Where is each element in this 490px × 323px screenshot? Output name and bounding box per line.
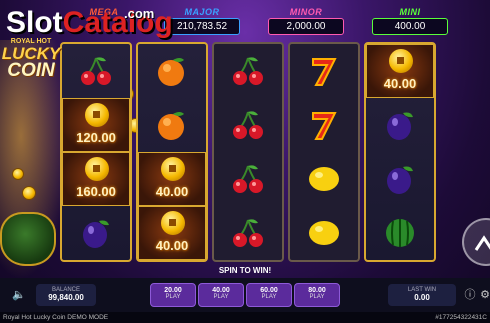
coin-symbol: 40.00 [366,44,434,98]
coin-icon [161,211,185,235]
seven-icon [290,44,358,98]
reel-1: 120.00 160.00 [60,42,132,262]
reel-4 [288,42,360,262]
game-logo: ROYAL HOT LUCKY COIN [1,38,61,81]
reel-3 [212,42,284,262]
flying-coin [22,186,36,200]
spin-button[interactable] [462,218,490,266]
coin-value: 120.00 [76,130,116,145]
coin-value: 40.00 [155,238,189,253]
plum-icon [366,98,434,152]
coin-symbol: 160.00 [62,152,130,206]
plum-icon [62,206,130,260]
cherry-icon [62,44,130,98]
jackpot-minor: MINOR 2,000.00 [268,7,344,35]
watermelon-icon [366,206,434,260]
coin-value: 40.00 [383,76,417,91]
watermark-logo: SlotCatalog .com [6,6,173,39]
coin-icon [85,103,109,127]
coin-icon [85,157,109,181]
coin-value: 40.00 [155,184,189,199]
info-icon[interactable]: ⓘ [463,288,477,302]
bet-button-20[interactable]: 20.00 PLAY [150,283,196,307]
cherry-icon [214,152,282,206]
balance-box: BALANCE 99,840.00 [36,284,96,306]
bet-button-80[interactable]: 80.00 PLAY [294,283,340,307]
reel-area: 120.00 160.00 40.00 40.00 40.00 [60,42,436,262]
bet-button-60[interactable]: 60.00 PLAY [246,283,292,307]
last-win-box: LAST WIN 0.00 [388,284,456,306]
coin-icon [389,49,413,73]
gear-icon[interactable]: ⚙ [478,288,490,302]
lemon-icon [290,206,358,260]
coin-symbol: 40.00 [138,152,206,206]
jackpot-mini: MINI 400.00 [372,7,448,35]
speaker-icon[interactable]: 🔈 [12,288,26,302]
coin-symbol: 120.00 [62,98,130,152]
spin-arrow-icon [474,235,490,251]
coin-value: 160.00 [76,184,116,199]
footer: Royal Hot Lucky Coin DEMO MODE #17725432… [0,312,490,323]
orange-icon [138,98,206,152]
reel-5: 40.00 [364,42,436,262]
seven-icon [290,98,358,152]
jackpot-major: MAJOR 210,783.52 [164,7,240,35]
reel-2: 40.00 40.00 [136,42,208,262]
cherry-icon [214,206,282,260]
orange-icon [138,44,206,98]
bet-button-40[interactable]: 40.00 PLAY [198,283,244,307]
coin-icon [161,157,185,181]
coin-pot [0,212,56,266]
lemon-icon [290,152,358,206]
cherry-icon [214,98,282,152]
plum-icon [366,152,434,206]
coin-symbol: 40.00 [138,206,206,260]
cherry-icon [214,44,282,98]
flying-coin [12,168,24,180]
spin-to-win-text: SPIN TO WIN! [218,266,272,275]
